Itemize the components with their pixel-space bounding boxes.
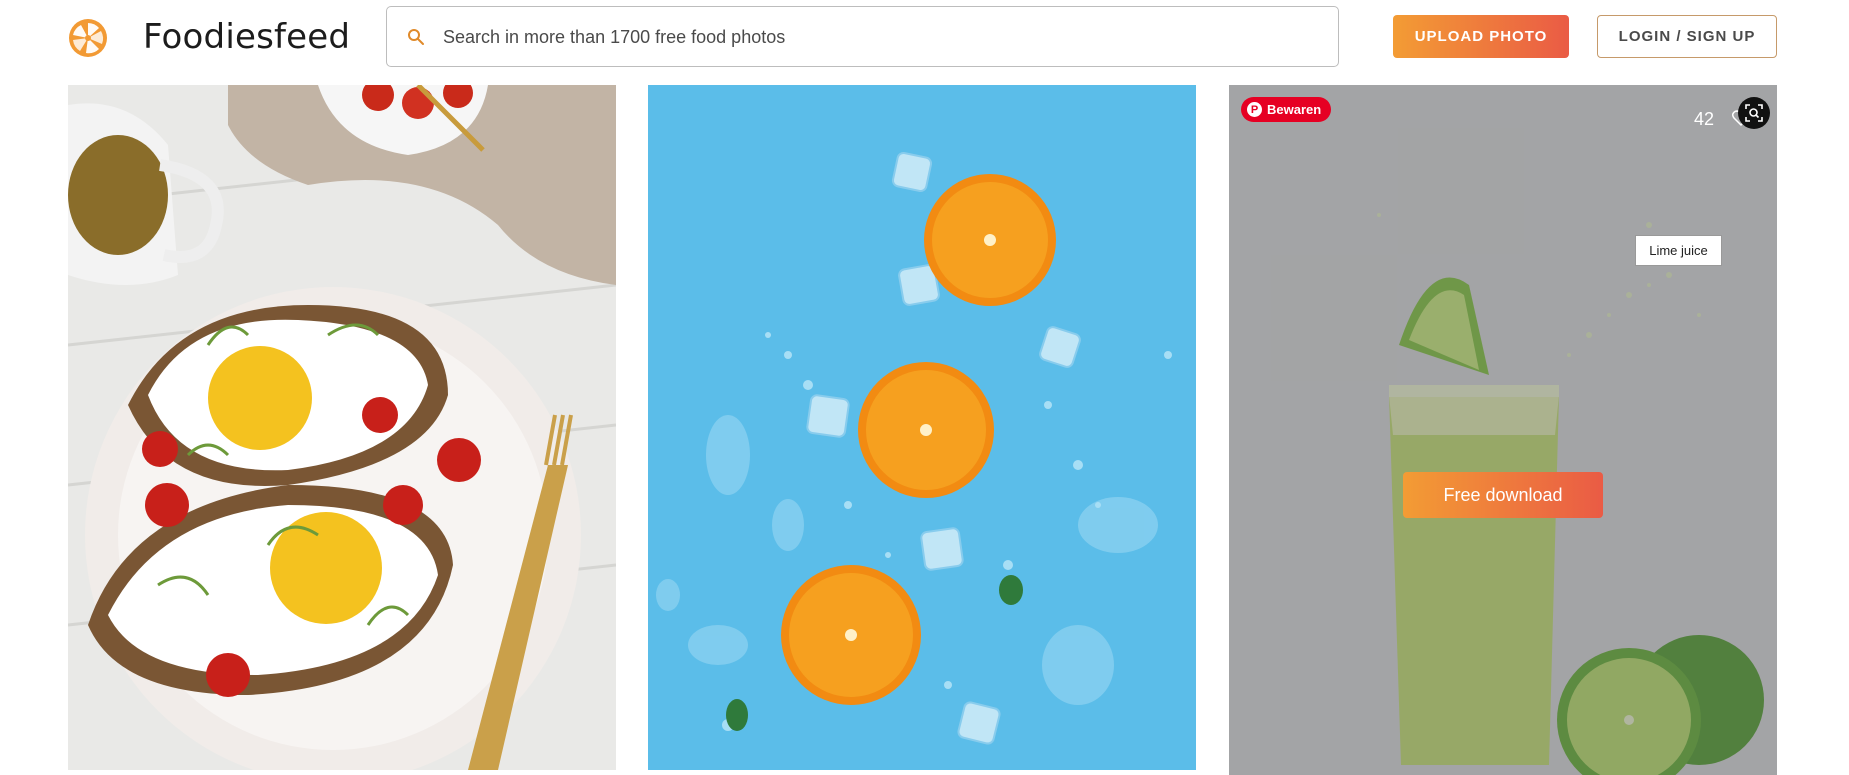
pinterest-save-label: Bewaren xyxy=(1267,102,1322,117)
search-input[interactable] xyxy=(443,19,1313,55)
hover-overlay xyxy=(1229,85,1777,775)
photo-card-eggs-toast[interactable] xyxy=(68,85,616,770)
login-signup-button[interactable]: LOGIN / SIGN UP xyxy=(1597,15,1777,58)
logo-icon[interactable] xyxy=(68,18,108,58)
pinterest-icon: P xyxy=(1247,102,1262,117)
upload-photo-button[interactable]: UPLOAD PHOTO xyxy=(1393,15,1569,58)
like-count: 42 xyxy=(1694,109,1715,129)
lens-icon[interactable] xyxy=(1738,97,1770,129)
free-download-button[interactable]: Free download xyxy=(1403,472,1603,518)
pinterest-save-button[interactable]: P Bewaren xyxy=(1241,97,1332,122)
brand-name[interactable]: Foodiesfeed xyxy=(143,17,350,57)
photo-image xyxy=(648,85,1196,770)
search-icon xyxy=(408,29,424,45)
photo-card-oranges[interactable] xyxy=(648,85,1196,770)
photo-image xyxy=(68,85,616,770)
photo-title-tooltip: Lime juice xyxy=(1635,235,1722,266)
search-bar[interactable] xyxy=(386,6,1339,67)
site-header: Foodiesfeed UPLOAD PHOTO LOGIN / SIGN UP xyxy=(0,0,1849,76)
lens-glyph-icon xyxy=(1745,104,1763,122)
photo-card-lime-juice[interactable]: P Bewaren 42 Lime juice Free download xyxy=(1229,85,1777,775)
